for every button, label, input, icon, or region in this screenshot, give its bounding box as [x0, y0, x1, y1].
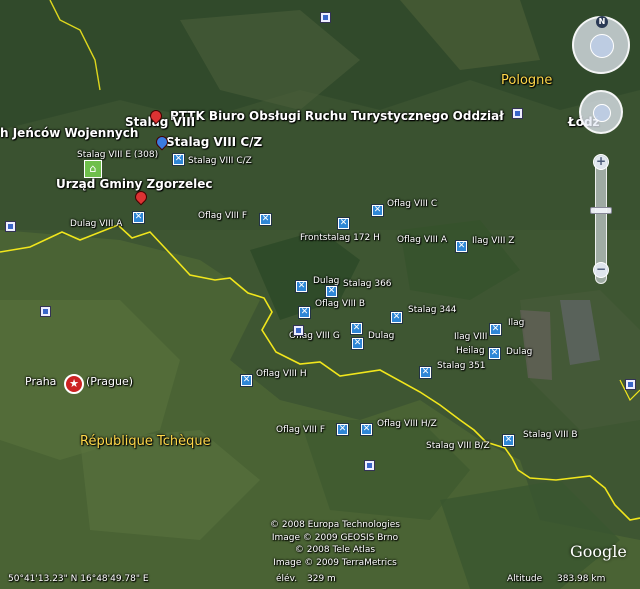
poi-marker-icon[interactable]: ✕: [489, 323, 502, 336]
poi-marker-icon[interactable]: ✕: [502, 434, 515, 447]
label-stalag-viii-e: Stalag VIII E (308): [77, 150, 159, 160]
country-label-poland: Pologne: [501, 73, 553, 88]
label-stalag-viii-cz: Stalag VIII C/Z: [188, 156, 252, 166]
elevation-label: élév.: [276, 574, 298, 584]
poi-marker-icon[interactable]: ✕: [132, 211, 145, 224]
elevation-value: 329 m: [307, 574, 336, 584]
credit-line: Image © 2009 GEOSIS Brno: [271, 532, 399, 543]
pointer-coordinates: 50°41'13.23" N 16°48'49.78" E: [8, 574, 149, 584]
google-logo: Google: [570, 542, 627, 561]
poi-marker-icon[interactable]: ✕: [455, 240, 468, 253]
map-credits: © 2008 Europa Technologies Image © 2009 …: [250, 519, 420, 569]
altitude-value: 383.98 km: [557, 574, 606, 584]
north-indicator[interactable]: N: [596, 16, 608, 28]
credit-line: © 2008 Tele Atlas: [294, 545, 376, 555]
label-stalag-366: Stalag 366: [343, 279, 392, 289]
poi-square-icon[interactable]: [320, 12, 331, 23]
label-pttk: PTTK Biuro Obsługi Ruchu Turystycznego O…: [170, 109, 504, 123]
label-dulag-3: Dulag: [506, 347, 533, 357]
poi-marker-icon[interactable]: ✕: [298, 306, 311, 319]
poi-marker-icon[interactable]: ✕: [172, 153, 185, 166]
country-label-czech: République Tchèque: [80, 434, 211, 449]
zoom-slider-thumb[interactable]: [590, 206, 612, 214]
label-oflag-viii-f-top: Oflag VIII F: [198, 211, 247, 221]
poi-marker-icon[interactable]: ✕: [360, 423, 373, 436]
label-ilag-1: Ilag: [508, 318, 525, 328]
poi-marker-icon[interactable]: ✕: [419, 366, 432, 379]
city-label-prague: (Prague): [86, 375, 134, 388]
poi-marker-icon[interactable]: ✕: [371, 204, 384, 217]
eye-icon: [590, 34, 614, 58]
poi-marker-icon[interactable]: ✕: [259, 213, 272, 226]
poi-marker-icon[interactable]: ✕: [350, 322, 363, 335]
label-ilag-viii: Ilag VIII: [454, 332, 488, 342]
poi-marker-icon[interactable]: ✕: [295, 280, 308, 293]
poi-marker-icon[interactable]: ✕: [488, 347, 501, 360]
label-stalag-viii-cz-big: Stalag VIII C/Z: [166, 135, 263, 149]
label-oflag-viii-a: Oflag VIII A: [397, 235, 447, 245]
zoom-out-button[interactable]: −: [593, 262, 609, 278]
map-view[interactable]: Pologne République Tchèque Łódź ★ Praha …: [0, 0, 640, 589]
label-stalag-344: Stalag 344: [408, 305, 457, 315]
label-ilag-viii-z: Ilag VIII Z: [472, 236, 515, 246]
label-dulag-2: Dulag: [368, 331, 395, 341]
label-stalag-viii-b: Stalag VIII B: [523, 430, 578, 440]
poi-square-icon[interactable]: [293, 325, 304, 336]
move-control[interactable]: [579, 90, 623, 134]
satellite-terrain: [0, 0, 640, 589]
label-dulag-viii-a: Dulag VIII A: [70, 219, 123, 229]
poi-square-icon[interactable]: [625, 379, 636, 390]
label-urzad: Urząd Gminy Zgorzelec: [56, 177, 213, 191]
label-oflag-viii-h: Oflag VIII H: [256, 369, 307, 379]
poi-square-icon[interactable]: [40, 306, 51, 317]
poi-marker-icon[interactable]: ✕: [336, 423, 349, 436]
credit-line: © 2008 Europa Technologies: [270, 520, 400, 530]
poi-square-icon[interactable]: [512, 108, 523, 119]
label-jency: h Jeńców Wojennych: [0, 126, 139, 140]
altitude-label: Altitude: [507, 574, 543, 584]
label-frontstalag: Frontstalag 172 H: [300, 233, 380, 243]
label-oflag-viii-c: Oflag VIII C: [387, 199, 438, 209]
label-heilag: Heilag: [456, 346, 485, 356]
label-oflag-viii-hz: Oflag VIII H/Z: [377, 419, 437, 429]
poi-square-icon[interactable]: [5, 221, 16, 232]
look-around-control[interactable]: N: [572, 16, 630, 74]
poi-marker-icon[interactable]: ✕: [337, 217, 350, 230]
capital-marker-icon[interactable]: ★: [64, 374, 84, 394]
poi-square-icon[interactable]: [364, 460, 375, 471]
city-label-praha: Praha: [25, 375, 57, 388]
poi-marker-icon[interactable]: ✕: [240, 374, 253, 387]
poi-marker-icon[interactable]: ✕: [351, 337, 364, 350]
poi-marker-icon[interactable]: ✕: [390, 311, 403, 324]
label-stalag-351: Stalag 351: [437, 361, 486, 371]
label-oflag-viii-f-bottom: Oflag VIII F: [276, 425, 325, 435]
status-bar: 50°41'13.23" N 16°48'49.78" E élév. 329 …: [0, 569, 640, 589]
hand-icon: [593, 104, 611, 122]
navigation-controls: N + −: [572, 8, 634, 298]
credit-line: Image © 2009 TerraMetrics: [273, 557, 397, 568]
zoom-in-button[interactable]: +: [593, 154, 609, 170]
poi-marker-icon[interactable]: ✕: [325, 285, 338, 298]
office-icon[interactable]: ⌂: [84, 160, 102, 178]
label-stalag-viii-bz: Stalag VIII B/Z: [426, 441, 490, 451]
label-oflag-viii-b: Oflag VIII B: [315, 299, 365, 309]
